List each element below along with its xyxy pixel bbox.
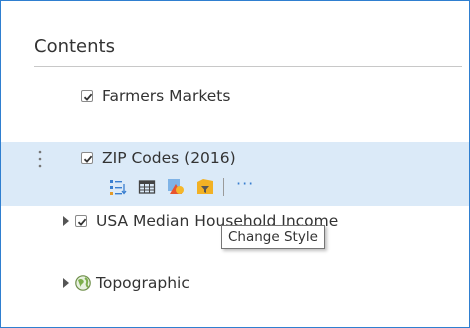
check-icon — [83, 93, 93, 101]
layer-item-zip-codes[interactable]: ZIP Codes (2016) — [81, 149, 236, 167]
show-legend-icon[interactable] — [109, 178, 127, 196]
layer-label[interactable]: Topographic — [96, 274, 190, 292]
layer-label[interactable]: Farmers Markets — [102, 87, 230, 105]
more-options-icon[interactable]: ··· — [236, 176, 254, 192]
title-divider — [34, 66, 462, 67]
layer-item-topographic[interactable]: Topographic — [63, 274, 190, 292]
check-icon — [83, 155, 93, 163]
change-style-icon[interactable] — [167, 178, 185, 196]
attribute-table-icon[interactable] — [138, 178, 156, 196]
globe-icon — [75, 275, 91, 291]
expand-arrow-icon[interactable] — [63, 216, 69, 226]
drag-handle-icon[interactable] — [38, 149, 42, 171]
contents-panel: Contents Farmers Markets ZIP Codes (2016… — [0, 0, 470, 328]
layer-visibility-checkbox[interactable] — [75, 215, 87, 227]
filter-icon[interactable] — [196, 178, 214, 196]
layer-visibility-checkbox[interactable] — [81, 90, 93, 102]
expand-arrow-icon[interactable] — [63, 278, 69, 288]
toolbar-divider — [223, 178, 224, 196]
check-icon — [77, 218, 87, 226]
layer-visibility-checkbox[interactable] — [81, 152, 93, 164]
layer-label[interactable]: ZIP Codes (2016) — [102, 149, 236, 167]
layer-toolbar: ··· — [109, 176, 254, 196]
layer-item-farmers-markets[interactable]: Farmers Markets — [81, 87, 230, 105]
tooltip: Change Style — [221, 225, 325, 249]
panel-title: Contents — [34, 36, 115, 57]
